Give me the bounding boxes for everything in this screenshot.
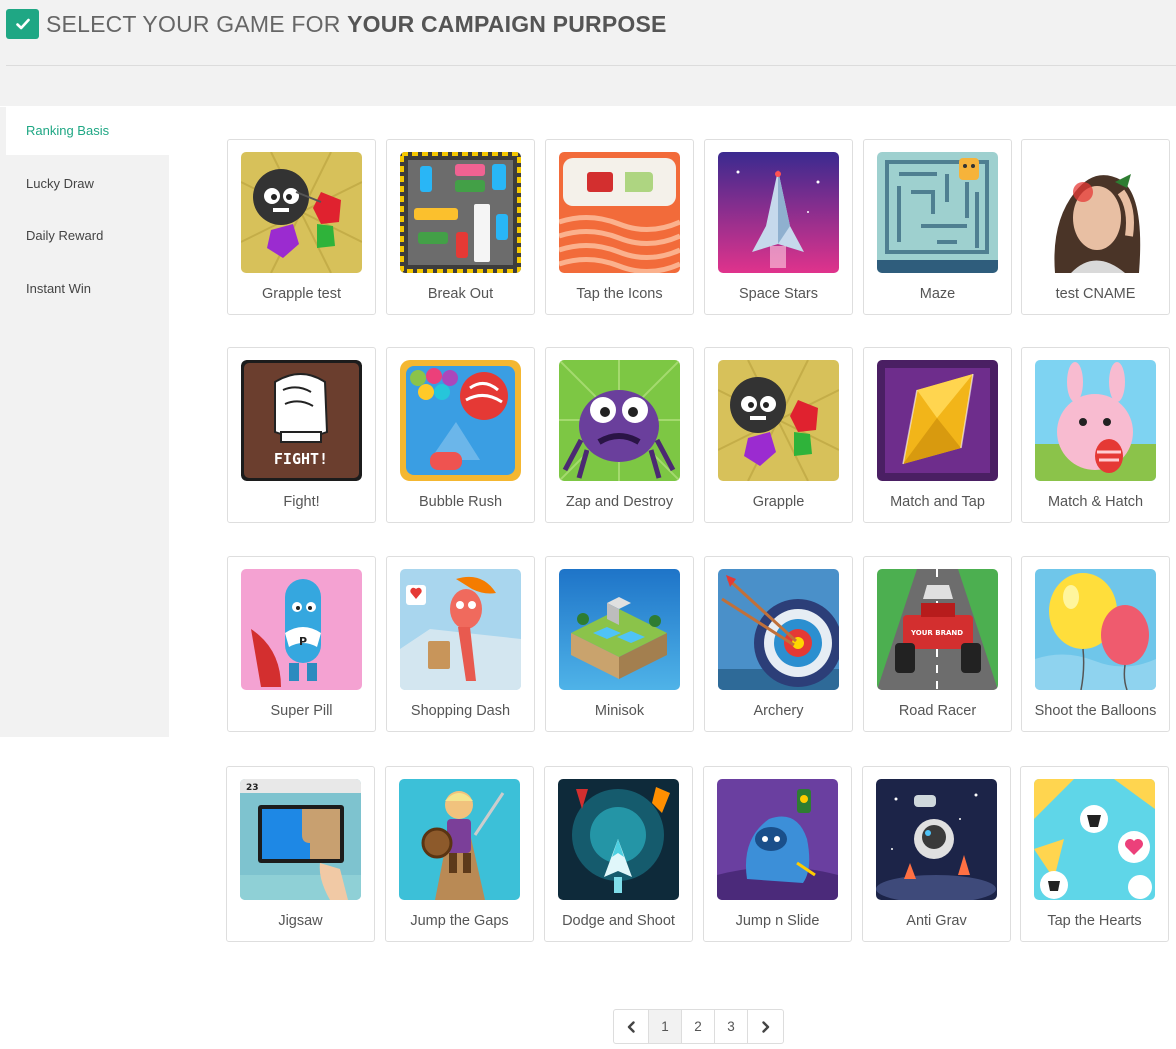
game-thumbnail (877, 360, 998, 481)
game-title: Minisok (594, 703, 645, 719)
page-title-prefix: SELECT YOUR GAME FOR (46, 10, 348, 37)
game-card-archery[interactable]: Archery (704, 556, 853, 732)
game-title: Super Pill (270, 703, 333, 719)
game-title: Zap and Destroy (565, 494, 674, 510)
game-card-jump-the-gaps[interactable]: Jump the Gaps (385, 766, 534, 942)
game-title: Anti Grav (906, 913, 967, 929)
check-badge (6, 9, 39, 39)
jigsaw-thumb-text: 23 (246, 783, 259, 793)
game-title: Shopping Dash (410, 703, 511, 719)
game-title: Jigsaw (278, 913, 323, 929)
game-card-match-and-tap[interactable]: Match and Tap (863, 347, 1012, 523)
game-title: test CNAME (1055, 286, 1136, 302)
game-card-tap-the-hearts[interactable]: Tap the Hearts (1020, 766, 1169, 942)
game-thumbnail (876, 779, 997, 900)
game-thumbnail: YOUR BRAND (877, 569, 998, 690)
road-racer-thumb-text: YOUR BRAND (910, 629, 963, 637)
game-title: Jump n Slide (735, 913, 820, 929)
game-thumbnail (241, 152, 362, 273)
tab-daily-reward[interactable]: Daily Reward (6, 212, 169, 260)
game-thumbnail: FIGHT! (241, 360, 362, 481)
game-thumbnail (400, 569, 521, 690)
tab-lucky-draw[interactable]: Lucky Draw (6, 160, 169, 208)
game-card-maze[interactable]: Maze (863, 139, 1012, 315)
game-thumbnail (877, 152, 998, 273)
chevron-right-icon (761, 1021, 769, 1034)
game-thumbnail (718, 569, 839, 690)
game-card-minisok[interactable]: Minisok (545, 556, 694, 732)
game-card-super-pill[interactable]: P Super Pill (227, 556, 376, 732)
game-card-break-out[interactable]: Break Out (386, 139, 535, 315)
game-title: Fight! (283, 494, 320, 510)
game-title: Tap the Hearts (1047, 913, 1142, 929)
game-card-fight[interactable]: FIGHT! Fight! (227, 347, 376, 523)
game-title: Road Racer (898, 703, 977, 719)
game-card-zap-and-destroy[interactable]: Zap and Destroy (545, 347, 694, 523)
game-thumbnail (400, 152, 521, 273)
check-icon (15, 18, 30, 30)
game-title: Space Stars (739, 286, 818, 302)
pagination: 1 2 3 (613, 1009, 784, 1044)
chevron-left-icon (627, 1021, 635, 1034)
game-title: Break Out (427, 286, 494, 302)
game-title: Dodge and Shoot (562, 913, 675, 929)
page-3-button[interactable]: 3 (715, 1010, 748, 1043)
game-thumbnail (1035, 569, 1156, 690)
game-thumbnail (1035, 152, 1156, 273)
game-card-match-and-hatch[interactable]: Match & Hatch (1021, 347, 1170, 523)
game-title: Tap the Icons (576, 286, 663, 302)
page-title: SELECT YOUR GAME FOR YOUR CAMPAIGN PURPO… (46, 11, 667, 38)
game-title: Shoot the Balloons (1034, 703, 1157, 719)
tab-ranking-basis[interactable]: Ranking Basis (6, 107, 169, 155)
game-title: Jump the Gaps (410, 913, 509, 929)
game-card-grapple[interactable]: Grapple (704, 347, 853, 523)
game-thumbnail (559, 152, 680, 273)
game-title: Match & Hatch (1047, 494, 1144, 510)
game-thumbnail (717, 779, 838, 900)
game-title: Archery (753, 703, 804, 719)
game-thumbnail (559, 569, 680, 690)
header-divider (6, 65, 1176, 66)
game-thumbnail (718, 360, 839, 481)
game-thumbnail: P (241, 569, 362, 690)
game-card-shopping-dash[interactable]: Shopping Dash (386, 556, 535, 732)
game-title: Match and Tap (890, 494, 985, 510)
category-tabs: Ranking Basis Lucky Draw Daily Reward In… (0, 107, 169, 737)
page-header: SELECT YOUR GAME FOR YOUR CAMPAIGN PURPO… (6, 9, 667, 39)
game-thumbnail (559, 360, 680, 481)
game-thumbnail (718, 152, 839, 273)
game-thumbnail (558, 779, 679, 900)
svg-text:P: P (299, 635, 307, 648)
game-card-shoot-the-balloons[interactable]: Shoot the Balloons (1021, 556, 1170, 732)
game-card-jigsaw[interactable]: 23 Jigsaw (226, 766, 375, 942)
page-1-button[interactable]: 1 (649, 1010, 682, 1043)
game-thumbnail: 23 (240, 779, 361, 900)
game-card-anti-grav[interactable]: Anti Grav (862, 766, 1011, 942)
game-title: Grapple (752, 494, 805, 510)
game-thumbnail (400, 360, 521, 481)
game-thumbnail (1035, 360, 1156, 481)
tab-instant-win[interactable]: Instant Win (6, 265, 169, 313)
game-title: Bubble Rush (418, 494, 503, 510)
game-card-bubble-rush[interactable]: Bubble Rush (386, 347, 535, 523)
game-thumbnail (1034, 779, 1155, 900)
fight-thumb-text: FIGHT! (274, 450, 328, 468)
game-card-road-racer[interactable]: YOUR BRAND Road Racer (863, 556, 1012, 732)
next-page-button[interactable] (748, 1010, 783, 1043)
game-thumbnail (399, 779, 520, 900)
game-card-jump-n-slide[interactable]: Jump n Slide (703, 766, 852, 942)
game-title: Grapple test (262, 286, 341, 302)
game-title: Maze (919, 286, 956, 302)
game-card-tap-the-icons[interactable]: Tap the Icons (545, 139, 694, 315)
game-card-test-cname[interactable]: test CNAME (1021, 139, 1170, 315)
page-2-button[interactable]: 2 (682, 1010, 715, 1043)
game-card-dodge-and-shoot[interactable]: Dodge and Shoot (544, 766, 693, 942)
page-title-emphasis: YOUR CAMPAIGN PURPOSE (347, 10, 667, 37)
game-card-space-stars[interactable]: Space Stars (704, 139, 853, 315)
prev-page-button[interactable] (614, 1010, 649, 1043)
game-card-grapple-test[interactable]: Grapple test (227, 139, 376, 315)
